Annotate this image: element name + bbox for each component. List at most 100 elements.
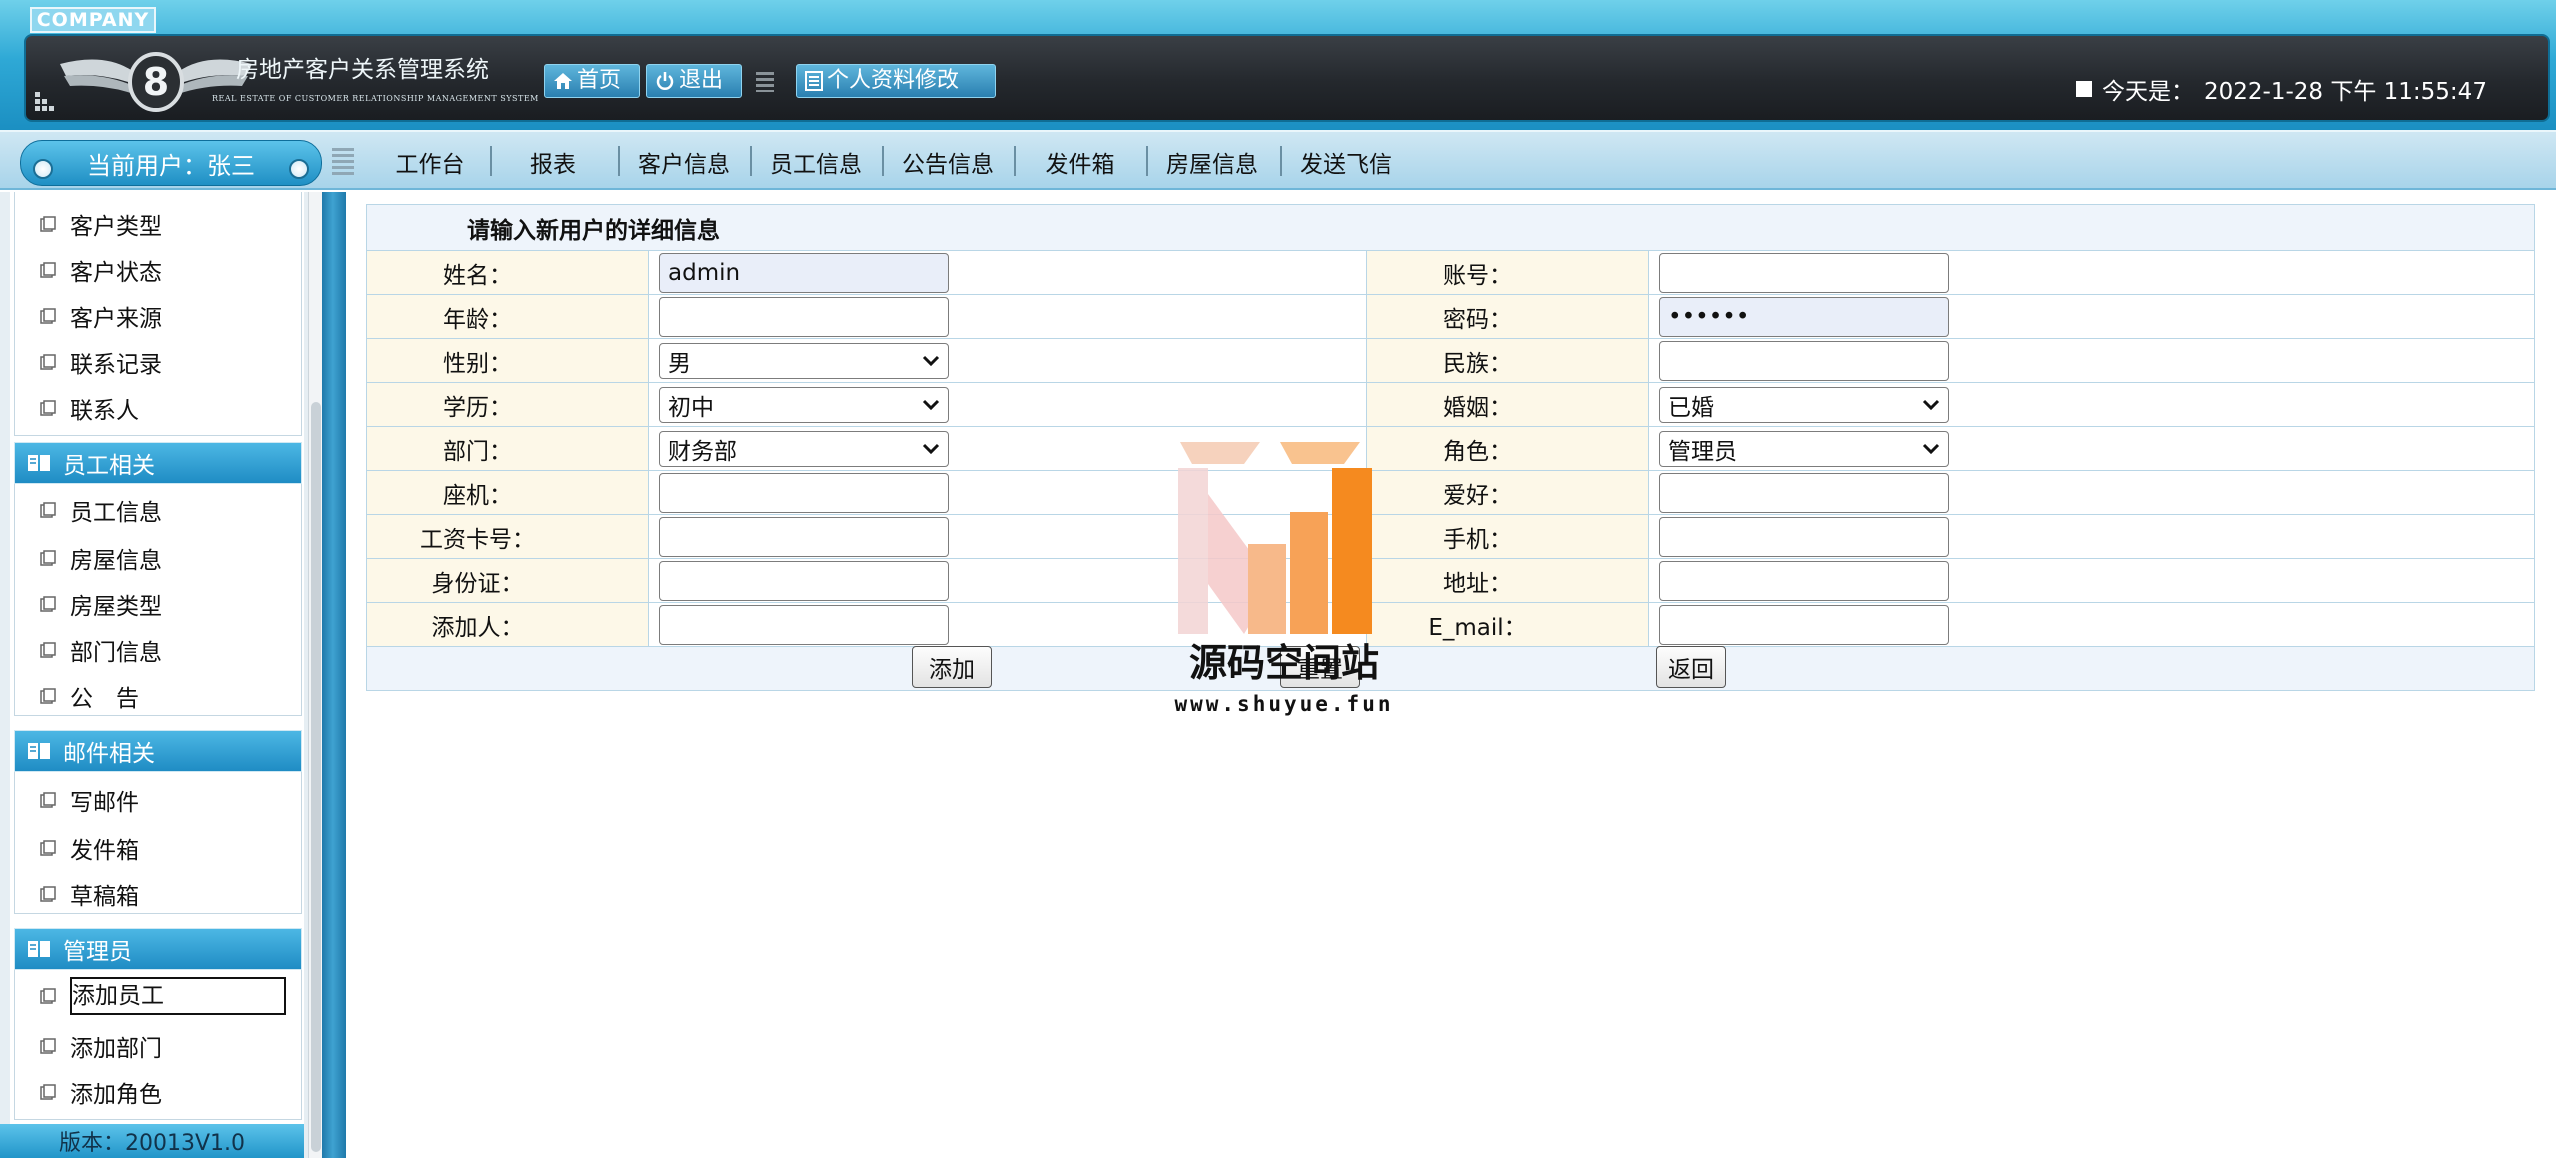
exit-label: 退出 — [679, 68, 724, 93]
nav-employee-info[interactable]: 员工信息 — [758, 140, 874, 184]
nav-grip-icon — [332, 148, 354, 175]
password-input[interactable]: •••••• — [1659, 296, 1949, 337]
gender-select-value: 男 — [668, 350, 691, 377]
sidebar-item-write-mail[interactable]: 写邮件 — [40, 782, 139, 818]
sidebar-item-house-type[interactable]: 房屋类型 — [40, 586, 162, 622]
document-icon — [40, 988, 56, 1004]
sidebar-item-customer-status[interactable]: 客户状态 — [40, 252, 162, 288]
marital-select-value: 已婚 — [1668, 394, 1714, 421]
field-label: 地址： — [1366, 558, 1649, 603]
sidebar-item-contact-person[interactable]: 联系人 — [40, 390, 139, 426]
document-list-icon — [805, 71, 823, 91]
nav-house-info[interactable]: 房屋信息 — [1154, 140, 1270, 184]
exit-button[interactable]: 退出 — [646, 64, 742, 98]
salary-card-input[interactable] — [659, 516, 949, 557]
nav-send-fetion[interactable]: 发送飞信 — [1288, 140, 1404, 184]
document-icon — [40, 354, 56, 370]
sidebar-item-drafts[interactable]: 草稿箱 — [40, 876, 139, 912]
chevron-down-icon — [1922, 443, 1940, 454]
sidebar-section-mail[interactable]: 邮件相关 — [14, 730, 302, 772]
svg-text:8: 8 — [143, 60, 169, 104]
system-title: 房地产客户关系管理系统 — [236, 57, 489, 83]
field-label: 角色： — [1366, 426, 1649, 471]
sidebar-item-label: 草稿箱 — [70, 884, 139, 910]
sidebar-item-contact-record[interactable]: 联系记录 — [40, 344, 162, 380]
hobby-input[interactable] — [1659, 472, 1949, 513]
sidebar-item-department-info[interactable]: 部门信息 — [40, 632, 162, 668]
current-user-label: 当前用户：张三 — [87, 151, 255, 180]
department-select[interactable]: 财务部 — [659, 430, 949, 467]
sidebar-item-label: 部门信息 — [70, 640, 162, 666]
field-label: 手机： — [1366, 514, 1649, 559]
account-input[interactable] — [1659, 252, 1949, 293]
nav-announcement-info[interactable]: 公告信息 — [890, 140, 1006, 184]
sidebar-item-outbox[interactable]: 发件箱 — [40, 830, 139, 866]
knob-left-icon — [33, 159, 53, 179]
home-button[interactable]: 首页 — [544, 64, 640, 98]
marital-select[interactable]: 已婚 — [1659, 386, 1949, 423]
name-input[interactable]: admin — [659, 252, 949, 293]
current-datetime: 今天是： 2022-1-28 下午 11:55:47 — [2076, 72, 2487, 106]
new-user-form: 请输入新用户的详细信息 姓名： admin 账号： 年龄： 密码： ••••••… — [366, 204, 2535, 691]
sidebar-scrollbar[interactable] — [308, 192, 322, 1158]
nav-outbox[interactable]: 发件箱 — [1022, 140, 1138, 184]
power-icon — [656, 72, 674, 90]
sidebar-item-customer-type[interactable]: 客户类型 — [40, 206, 162, 242]
mobile-input[interactable] — [1659, 516, 1949, 557]
sidebar-item-label: 客户类型 — [70, 214, 162, 240]
role-select-value: 管理员 — [1668, 438, 1737, 465]
field-label: 添加人： — [366, 602, 649, 647]
sidebar-item-add-role[interactable]: 添加角色 — [40, 1074, 162, 1110]
sidebar-section-title: 管理员 — [63, 939, 132, 965]
sidebar-item-label: 房屋信息 — [70, 548, 162, 574]
field-label: E_mail： — [1366, 602, 1649, 647]
sidebar-section-employee[interactable]: 员工相关 — [14, 442, 302, 484]
sidebar-section-admin[interactable]: 管理员 — [14, 928, 302, 970]
back-button[interactable]: 返回 — [1656, 646, 1726, 688]
nav-divider — [1014, 146, 1016, 176]
frame-divider[interactable] — [322, 192, 346, 1158]
nav-workbench[interactable]: 工作台 — [372, 140, 488, 184]
nav-customer-info[interactable]: 客户信息 — [626, 140, 742, 184]
version-label: 版本：20013V1.0 — [0, 1124, 304, 1158]
added-by-input[interactable] — [659, 604, 949, 645]
profile-edit-button[interactable]: 个人资料修改 — [796, 64, 996, 98]
ethnicity-input[interactable] — [1659, 340, 1949, 381]
sidebar-item-employee-info[interactable]: 员工信息 — [40, 492, 162, 528]
sidebar-item-add-employee[interactable]: 添加员工 — [40, 977, 286, 1015]
sidebar-item-label: 联系记录 — [70, 352, 162, 378]
age-input[interactable] — [659, 296, 949, 337]
add-button[interactable]: 添加 — [912, 646, 992, 688]
sidebar-item-customer-source[interactable]: 客户来源 — [40, 298, 162, 334]
id-card-input[interactable] — [659, 560, 949, 601]
email-input[interactable] — [1659, 604, 1949, 645]
nav-reports[interactable]: 报表 — [500, 140, 606, 184]
education-select-value: 初中 — [668, 394, 714, 421]
knob-right-icon — [289, 159, 309, 179]
sidebar-item-announcement[interactable]: 公 告 — [40, 678, 139, 714]
sidebar-item-label: 发件箱 — [70, 838, 139, 864]
scrollbar-thumb[interactable] — [311, 402, 321, 1152]
field-label: 工资卡号： — [366, 514, 649, 559]
field-label: 爱好： — [1366, 470, 1649, 515]
watermark-url: www.shuyue.fun — [1174, 692, 1394, 716]
main-content: 请输入新用户的详细信息 姓名： admin 账号： 年龄： 密码： ••••••… — [346, 192, 2556, 1158]
education-select[interactable]: 初中 — [659, 386, 949, 423]
document-icon — [40, 886, 56, 902]
top-nav-bar: 当前用户：张三 工作台 报表 客户信息 员工信息 公告信息 发件箱 房屋信息 发… — [0, 130, 2556, 190]
field-label: 姓名： — [366, 250, 649, 295]
role-select[interactable]: 管理员 — [1659, 430, 1949, 467]
field-label: 学历： — [366, 382, 649, 427]
grid-dots-icon — [35, 92, 54, 111]
gender-select[interactable]: 男 — [659, 342, 949, 379]
document-icon — [40, 400, 56, 416]
document-icon — [40, 1084, 56, 1100]
sidebar-item-add-department[interactable]: 添加部门 — [40, 1028, 162, 1064]
nav-divider — [1146, 146, 1148, 176]
sidebar-item-label: 员工信息 — [70, 500, 162, 526]
field-label: 身份证： — [366, 558, 649, 603]
document-icon — [40, 502, 56, 518]
landline-input[interactable] — [659, 472, 949, 513]
sidebar-item-house-info[interactable]: 房屋信息 — [40, 540, 162, 576]
address-input[interactable] — [1659, 560, 1949, 601]
